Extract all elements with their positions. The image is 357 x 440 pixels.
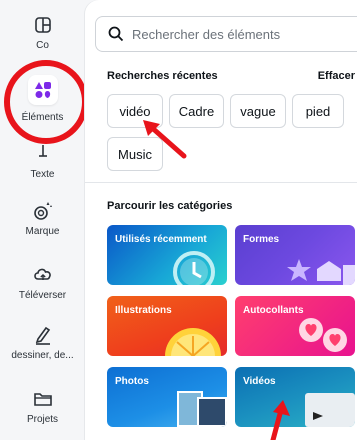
search-box[interactable]	[95, 16, 357, 52]
rail-item-projects[interactable]: Projets	[0, 388, 85, 425]
category-card-stickers[interactable]: Autocollants	[235, 296, 355, 356]
category-title: Formes	[243, 234, 280, 245]
category-card-shapes[interactable]: Formes	[235, 225, 355, 285]
rail-item-elements[interactable]: Éléments	[0, 75, 85, 123]
clock-icon	[173, 251, 215, 285]
brand-icon	[33, 202, 52, 220]
clear-recent-button[interactable]: Effacer	[318, 70, 355, 82]
rail-item-text[interactable]: Texte	[0, 143, 85, 180]
elements-tile	[27, 75, 58, 105]
play-icon	[313, 412, 323, 420]
rail-label-draw: dessiner, de...	[11, 350, 74, 361]
category-title: Utilisés récemment	[115, 234, 207, 245]
rail-item-draw[interactable]: dessiner, de...	[0, 324, 85, 361]
pen-icon	[35, 326, 50, 345]
category-card-photos[interactable]: Photos	[107, 367, 227, 427]
rail-label-brand: Marque	[25, 226, 60, 237]
recent-chip-video[interactable]: vidéo	[107, 94, 163, 128]
heart-bubbles-icon	[299, 318, 347, 352]
rail-label-design: Co	[36, 40, 49, 51]
rail-item-upload[interactable]: Téléverser	[0, 264, 85, 301]
photo-thumb	[197, 397, 227, 427]
search-input[interactable]	[132, 26, 332, 42]
recent-chip-vague[interactable]: vague	[230, 94, 286, 128]
rail-label-elements: Éléments	[21, 112, 64, 123]
elements-panel: Recherches récentes Effacer vidéo Cadre …	[85, 0, 357, 440]
category-title: Photos	[115, 376, 149, 387]
category-title: Vidéos	[243, 376, 276, 387]
rail-item-design[interactable]: Co	[0, 14, 85, 51]
orange-slice-icon	[165, 328, 221, 356]
section-divider	[85, 182, 357, 183]
category-card-illustrations[interactable]: Illustrations	[107, 296, 227, 356]
browse-categories-title: Parcourir les catégories	[107, 200, 233, 212]
rail-item-brand[interactable]: Marque	[0, 200, 85, 237]
rail-label-projects: Projets	[26, 414, 59, 425]
side-rail: Co Éléments Texte Marque Téléverser dess…	[0, 0, 88, 440]
recent-chip-music[interactable]: Music	[107, 137, 163, 171]
rail-label-text: Texte	[30, 169, 55, 180]
category-title: Autocollants	[243, 305, 304, 316]
recent-chip-cadre[interactable]: Cadre	[169, 94, 224, 128]
category-card-recent[interactable]: Utilisés récemment	[107, 225, 227, 285]
recent-chip-pied[interactable]: pied	[292, 94, 344, 128]
text-icon	[38, 145, 47, 157]
rail-label-upload: Téléverser	[18, 290, 67, 301]
search-icon	[108, 26, 124, 42]
elements-icon	[34, 82, 51, 98]
video-thumb	[305, 393, 355, 427]
category-card-videos[interactable]: Vidéos	[235, 367, 355, 427]
recent-searches-title: Recherches récentes	[107, 70, 218, 82]
category-title: Illustrations	[115, 305, 172, 316]
cloud-upload-icon	[33, 268, 51, 280]
layout-icon	[34, 17, 51, 33]
shapes-icon	[287, 259, 355, 285]
folder-icon	[33, 393, 52, 406]
